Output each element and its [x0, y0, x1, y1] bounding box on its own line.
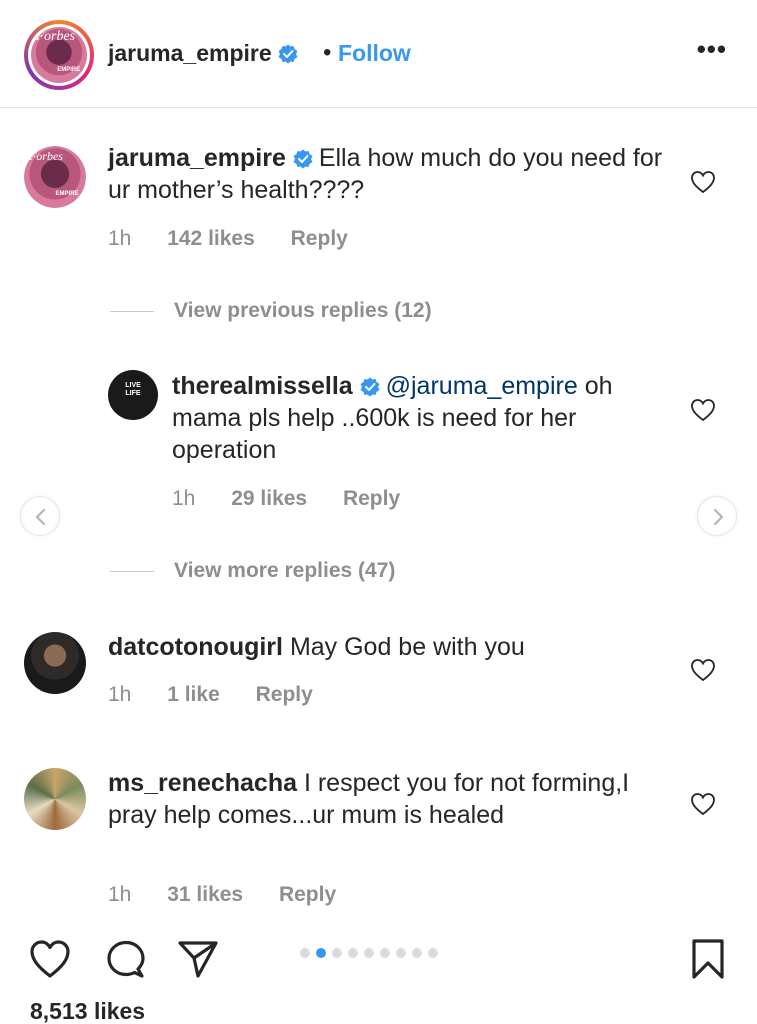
forbes-logo: Forbes	[28, 148, 63, 163]
carousel-dot	[380, 948, 390, 958]
heart-icon[interactable]	[690, 792, 716, 816]
carousel-dot	[364, 948, 374, 958]
separator-dot: •	[323, 39, 332, 66]
comment-avatar-therealmissella[interactable]: LIVE LIFE	[108, 370, 158, 420]
carousel-dot	[332, 948, 342, 958]
header-username[interactable]: jaruma_empire	[108, 40, 298, 67]
carousel-dot	[396, 948, 406, 958]
bookmark-icon[interactable]	[690, 938, 726, 980]
comment-meta: 1h 142 likes Reply	[108, 227, 378, 251]
comment-text: datcotonougirl May God be with you	[108, 631, 668, 663]
view-more-replies-label[interactable]: View more replies (47)	[174, 559, 395, 582]
follow-button[interactable]: Follow	[338, 40, 411, 67]
mention-link[interactable]: @jaruma_empire	[386, 372, 578, 400]
comment-avatar-jaruma[interactable]: Forbes EMPIRE	[24, 146, 86, 208]
carousel-prev-button[interactable]	[20, 496, 60, 536]
comment-meta: 1h 31 likes Reply	[108, 883, 366, 907]
heart-icon[interactable]	[690, 170, 716, 194]
header-username-text[interactable]: jaruma_empire	[108, 40, 272, 66]
comment-likes[interactable]: 31 likes	[167, 883, 243, 906]
carousel-next-button[interactable]	[697, 496, 737, 536]
comment-time: 1h	[108, 683, 132, 706]
live-life-logo: LIVE LIFE	[125, 382, 141, 397]
reply-button[interactable]: Reply	[291, 227, 348, 250]
reply-button[interactable]: Reply	[256, 683, 313, 706]
comment-text: therealmissella @jaruma_empire oh mama p…	[172, 370, 652, 466]
empire-logo: EMPIRE	[57, 66, 81, 73]
avatar-photo: Forbes EMPIRE	[24, 146, 86, 208]
comment-username[interactable]: jaruma_empire	[108, 144, 286, 172]
likes-count[interactable]: 8,513 likes	[30, 998, 145, 1024]
carousel-dot	[316, 948, 326, 958]
comment-text: jaruma_empire Ella how much do you need …	[108, 142, 668, 206]
carousel-indicator	[300, 948, 438, 958]
comment-time: 1h	[172, 487, 196, 510]
comment-likes[interactable]: 142 likes	[167, 227, 255, 250]
comment-body: May God be with you	[289, 633, 525, 661]
comment-likes[interactable]: 29 likes	[231, 487, 307, 510]
comment-username[interactable]: ms_renechacha	[108, 769, 297, 797]
comment-icon[interactable]	[104, 938, 148, 980]
thread-line	[110, 570, 154, 572]
carousel-dot	[428, 948, 438, 958]
carousel-dot	[348, 948, 358, 958]
heart-icon[interactable]	[690, 658, 716, 682]
empire-logo: EMPIRE	[55, 190, 79, 197]
comment-avatar-ms-renechacha[interactable]	[24, 768, 86, 830]
comment-likes[interactable]: 1 like	[167, 683, 220, 706]
reply-button[interactable]: Reply	[343, 487, 400, 510]
profile-photo: Forbes EMPIRE	[31, 27, 87, 83]
thread-line	[110, 310, 154, 312]
verified-badge-icon	[278, 44, 298, 64]
forbes-logo: Forbes	[35, 29, 76, 45]
like-heart-icon[interactable]	[28, 938, 72, 980]
view-previous-replies-label[interactable]: View previous replies (12)	[174, 299, 432, 322]
share-send-icon[interactable]	[176, 938, 220, 980]
verified-badge-icon	[293, 149, 313, 169]
chevron-right-icon	[713, 508, 724, 526]
heart-icon[interactable]	[690, 398, 716, 422]
more-options-icon[interactable]: •••	[697, 36, 727, 62]
comment-time: 1h	[108, 883, 132, 906]
comment-meta: 1h 29 likes Reply	[172, 487, 430, 511]
comment-meta: 1h 1 like Reply	[108, 683, 343, 707]
verified-badge-icon	[360, 377, 380, 397]
comment-username[interactable]: datcotonougirl	[108, 633, 283, 661]
carousel-dot	[412, 948, 422, 958]
comment-text: ms_renechacha I respect you for not form…	[108, 767, 668, 831]
comment-username[interactable]: therealmissella	[172, 372, 353, 400]
chevron-left-icon	[35, 508, 46, 526]
comment-time: 1h	[108, 227, 132, 250]
post-header: Forbes EMPIRE jaruma_empire • Follow •••	[0, 0, 757, 108]
view-previous-replies[interactable]: View previous replies (12)	[110, 299, 432, 323]
profile-avatar[interactable]: Forbes EMPIRE	[24, 20, 94, 90]
carousel-dot	[300, 948, 310, 958]
reply-button[interactable]: Reply	[279, 883, 336, 906]
view-more-replies[interactable]: View more replies (47)	[110, 559, 395, 583]
comment-avatar-datcotonougirl[interactable]	[24, 632, 86, 694]
